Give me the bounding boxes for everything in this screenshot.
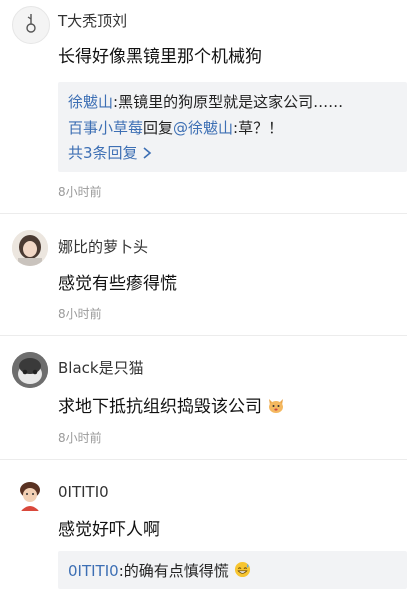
comment-username[interactable]: Black是只猫 — [58, 357, 144, 378]
grinning-sweat-emoji — [234, 561, 251, 582]
reply-box[interactable]: 徐魃山:黑镜里的狗原型就是这家公司…… 百事小草莓回复@徐魃山:草？！ 共3条回… — [58, 82, 407, 172]
reply-mid: 回复 — [143, 119, 174, 137]
chevron-right-icon — [142, 146, 152, 164]
comment-content: 感觉好吓人啊 — [58, 520, 160, 540]
reply-author[interactable]: 徐魃山 — [68, 93, 113, 111]
comment-time: 8小时前 — [58, 185, 102, 199]
reply-text: 草？！ — [238, 119, 284, 137]
cartoon-avatar-icon — [12, 477, 48, 513]
comment-username[interactable]: 娜比的萝卜头 — [58, 236, 148, 257]
cat-avatar-icon — [12, 352, 48, 388]
reply-item[interactable]: 徐魃山:黑镜里的狗原型就是这家公司…… — [68, 91, 403, 112]
comment-username[interactable]: 0ITITI0 — [58, 483, 109, 501]
comment-text: 求地下抵抗组织捣毁该公司 — [58, 397, 262, 417]
comment-time: 8小时前 — [58, 431, 102, 445]
reply-author[interactable]: 0ITITI0 — [68, 562, 119, 580]
avatar[interactable] — [12, 6, 50, 44]
comment-content: 长得好像黑镜里那个机械狗 — [58, 47, 262, 67]
avatar[interactable] — [12, 352, 48, 388]
reply-text: 黑镜里的狗原型就是这家公司…… — [118, 93, 344, 111]
comment-content: 求地下抵抗组织捣毁该公司 — [58, 392, 285, 419]
more-replies-label[interactable]: 共3条回复 — [68, 144, 138, 162]
avatar[interactable] — [12, 230, 48, 266]
reply-item[interactable]: 百事小草莓回复@徐魃山:草？！ — [68, 117, 403, 138]
girl-avatar-icon — [12, 230, 48, 266]
reply-text: 的确有点慎得慌 — [123, 562, 229, 580]
comment-username[interactable]: T大秃顶刘 — [58, 10, 127, 31]
reply-author[interactable]: 百事小草莓 — [68, 119, 143, 137]
divider — [0, 335, 407, 336]
more-replies-link[interactable]: 共3条回复 — [68, 142, 403, 164]
divider — [0, 459, 407, 460]
comment-content: 感觉有些瘆得慌 — [58, 274, 177, 294]
comment-item: T大秃顶刘 长得好像黑镜里那个机械狗 徐魃山:黑镜里的狗原型就是这家公司…… 百… — [0, 0, 407, 200]
keyhole-avatar-icon — [26, 14, 36, 33]
reply-item[interactable]: 0ITITI0:的确有点慎得慌 — [68, 560, 403, 582]
reply-target[interactable]: @徐魃山 — [173, 119, 233, 137]
reply-box[interactable]: 0ITITI0:的确有点慎得慌 — [58, 551, 407, 589]
cat-face-emoji — [267, 396, 285, 419]
divider — [0, 213, 407, 214]
avatar[interactable] — [12, 477, 48, 513]
comment-time: 8小时前 — [58, 307, 102, 321]
